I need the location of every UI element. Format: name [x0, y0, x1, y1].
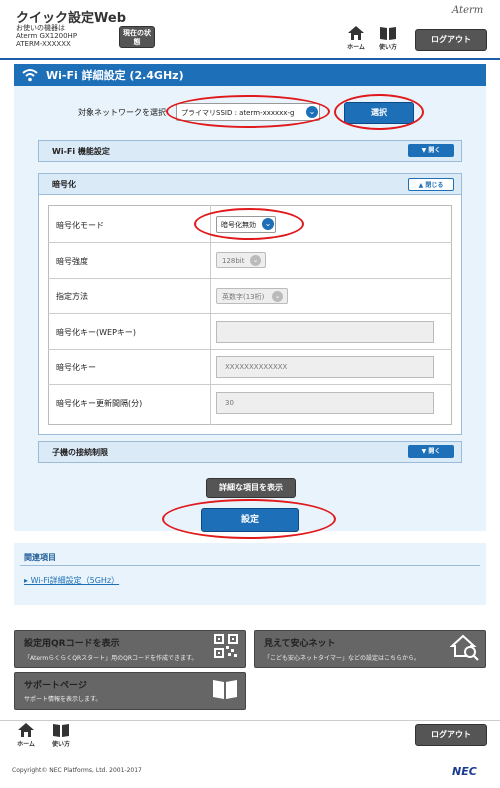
- method-value: 英数字(13桁): [222, 293, 265, 301]
- home-button[interactable]: ホーム: [341, 26, 371, 54]
- book-icon: [380, 27, 396, 40]
- network-label: 対象ネットワークを選択: [78, 108, 166, 117]
- header-divider: [0, 58, 500, 60]
- section-encryption[interactable]: [38, 173, 462, 195]
- copyright: Copyright© NEC Platforms, Ltd. 2001-2017: [12, 767, 142, 774]
- annotation-circle: [162, 499, 336, 539]
- table-divider: [48, 242, 452, 243]
- related-panel: [14, 543, 486, 605]
- related-link[interactable]: ▸ Wi-Fi詳細設定（5GHz）: [24, 575, 119, 586]
- table-row-label: 暗号化キー(WEPキー): [56, 328, 137, 337]
- table-divider: [48, 278, 452, 279]
- support-card-title: サポートページ: [24, 681, 87, 691]
- book-icon: [53, 724, 69, 737]
- table-row-label: 暗号強度: [56, 257, 88, 266]
- section-encryption-title: 暗号化: [52, 180, 76, 189]
- qr-code-icon: [214, 634, 238, 658]
- chevron-down-icon: ⌄: [272, 291, 283, 302]
- annotation-circle: [194, 208, 304, 240]
- status-button[interactable]: 現在の状態: [119, 26, 155, 48]
- nec-logo: NEC: [452, 765, 477, 778]
- table-row-label: 暗号化モード: [56, 221, 104, 230]
- page-title: Wi-Fi 詳細設定 (2.4GHz): [46, 69, 184, 82]
- close-button[interactable]: ▲ 閉じる: [408, 178, 454, 191]
- show-advanced-button[interactable]: 詳細な項目を表示: [206, 478, 296, 498]
- footer-logout-button[interactable]: ログアウト: [415, 724, 487, 746]
- qr-card-desc: 「AtermらくらくQRスタート」用のQRコードを作成できます。: [24, 655, 198, 662]
- table-row-label: 暗号化キー更新間隔(分): [56, 399, 143, 408]
- table-divider: [48, 349, 452, 350]
- open-button[interactable]: ▼ 開く: [408, 144, 454, 157]
- key-update-interval-input[interactable]: 30: [216, 392, 434, 414]
- mieteanshin-card-desc: 「こども安心ネットタイマー」などの設定はこちらから。: [264, 655, 421, 662]
- related-divider: [20, 565, 480, 566]
- book-icon: [213, 680, 237, 699]
- help-label: 使い方: [378, 44, 397, 51]
- help-button[interactable]: 使い方: [373, 26, 403, 54]
- section-client-limit-title: 子機の接続制限: [52, 448, 108, 457]
- brand-logo: Aterm: [452, 5, 484, 16]
- home-icon: [348, 26, 364, 40]
- strength-value: 128bit: [222, 257, 245, 265]
- footer-help-button[interactable]: 使い方: [46, 723, 76, 751]
- wifi-icon: [22, 69, 38, 82]
- house-search-icon: [450, 634, 479, 661]
- footer-divider: [0, 720, 500, 721]
- table-divider: [48, 313, 452, 314]
- home-label: ホーム: [347, 44, 365, 51]
- device-id: ATERM-XXXXXX: [16, 40, 71, 48]
- table-divider: [48, 384, 452, 385]
- home-icon: [18, 723, 34, 737]
- chevron-down-icon: ⌄: [250, 255, 261, 266]
- footer-home-label: ホーム: [17, 741, 35, 748]
- encryption-key-input[interactable]: XXXXXXXXXXXXX: [216, 356, 434, 378]
- table-divider: [210, 205, 211, 425]
- table-row-label: 指定方法: [56, 292, 88, 301]
- footer-home-button[interactable]: ホーム: [11, 723, 41, 751]
- section-wifi-function-title: Wi-Fi 機能設定: [52, 147, 110, 156]
- table-row-label: 暗号化キー: [56, 363, 96, 372]
- wep-key-input[interactable]: [216, 321, 434, 343]
- qr-card-title: 設定用QRコードを表示: [24, 639, 120, 649]
- device-model: Aterm GX1200HP: [16, 32, 78, 40]
- logout-button[interactable]: ログアウト: [415, 29, 487, 51]
- related-title: 関連項目: [24, 553, 56, 562]
- footer-help-label: 使い方: [51, 741, 70, 748]
- annotation-circle: [334, 94, 424, 130]
- support-card-desc: サポート情報を表示します。: [24, 696, 102, 703]
- mieteanshin-card-title: 見えて安心ネット: [264, 639, 336, 649]
- annotation-circle: [166, 95, 330, 128]
- device-label: お使いの機器は: [16, 24, 65, 32]
- open-button[interactable]: ▼ 開く: [408, 445, 454, 458]
